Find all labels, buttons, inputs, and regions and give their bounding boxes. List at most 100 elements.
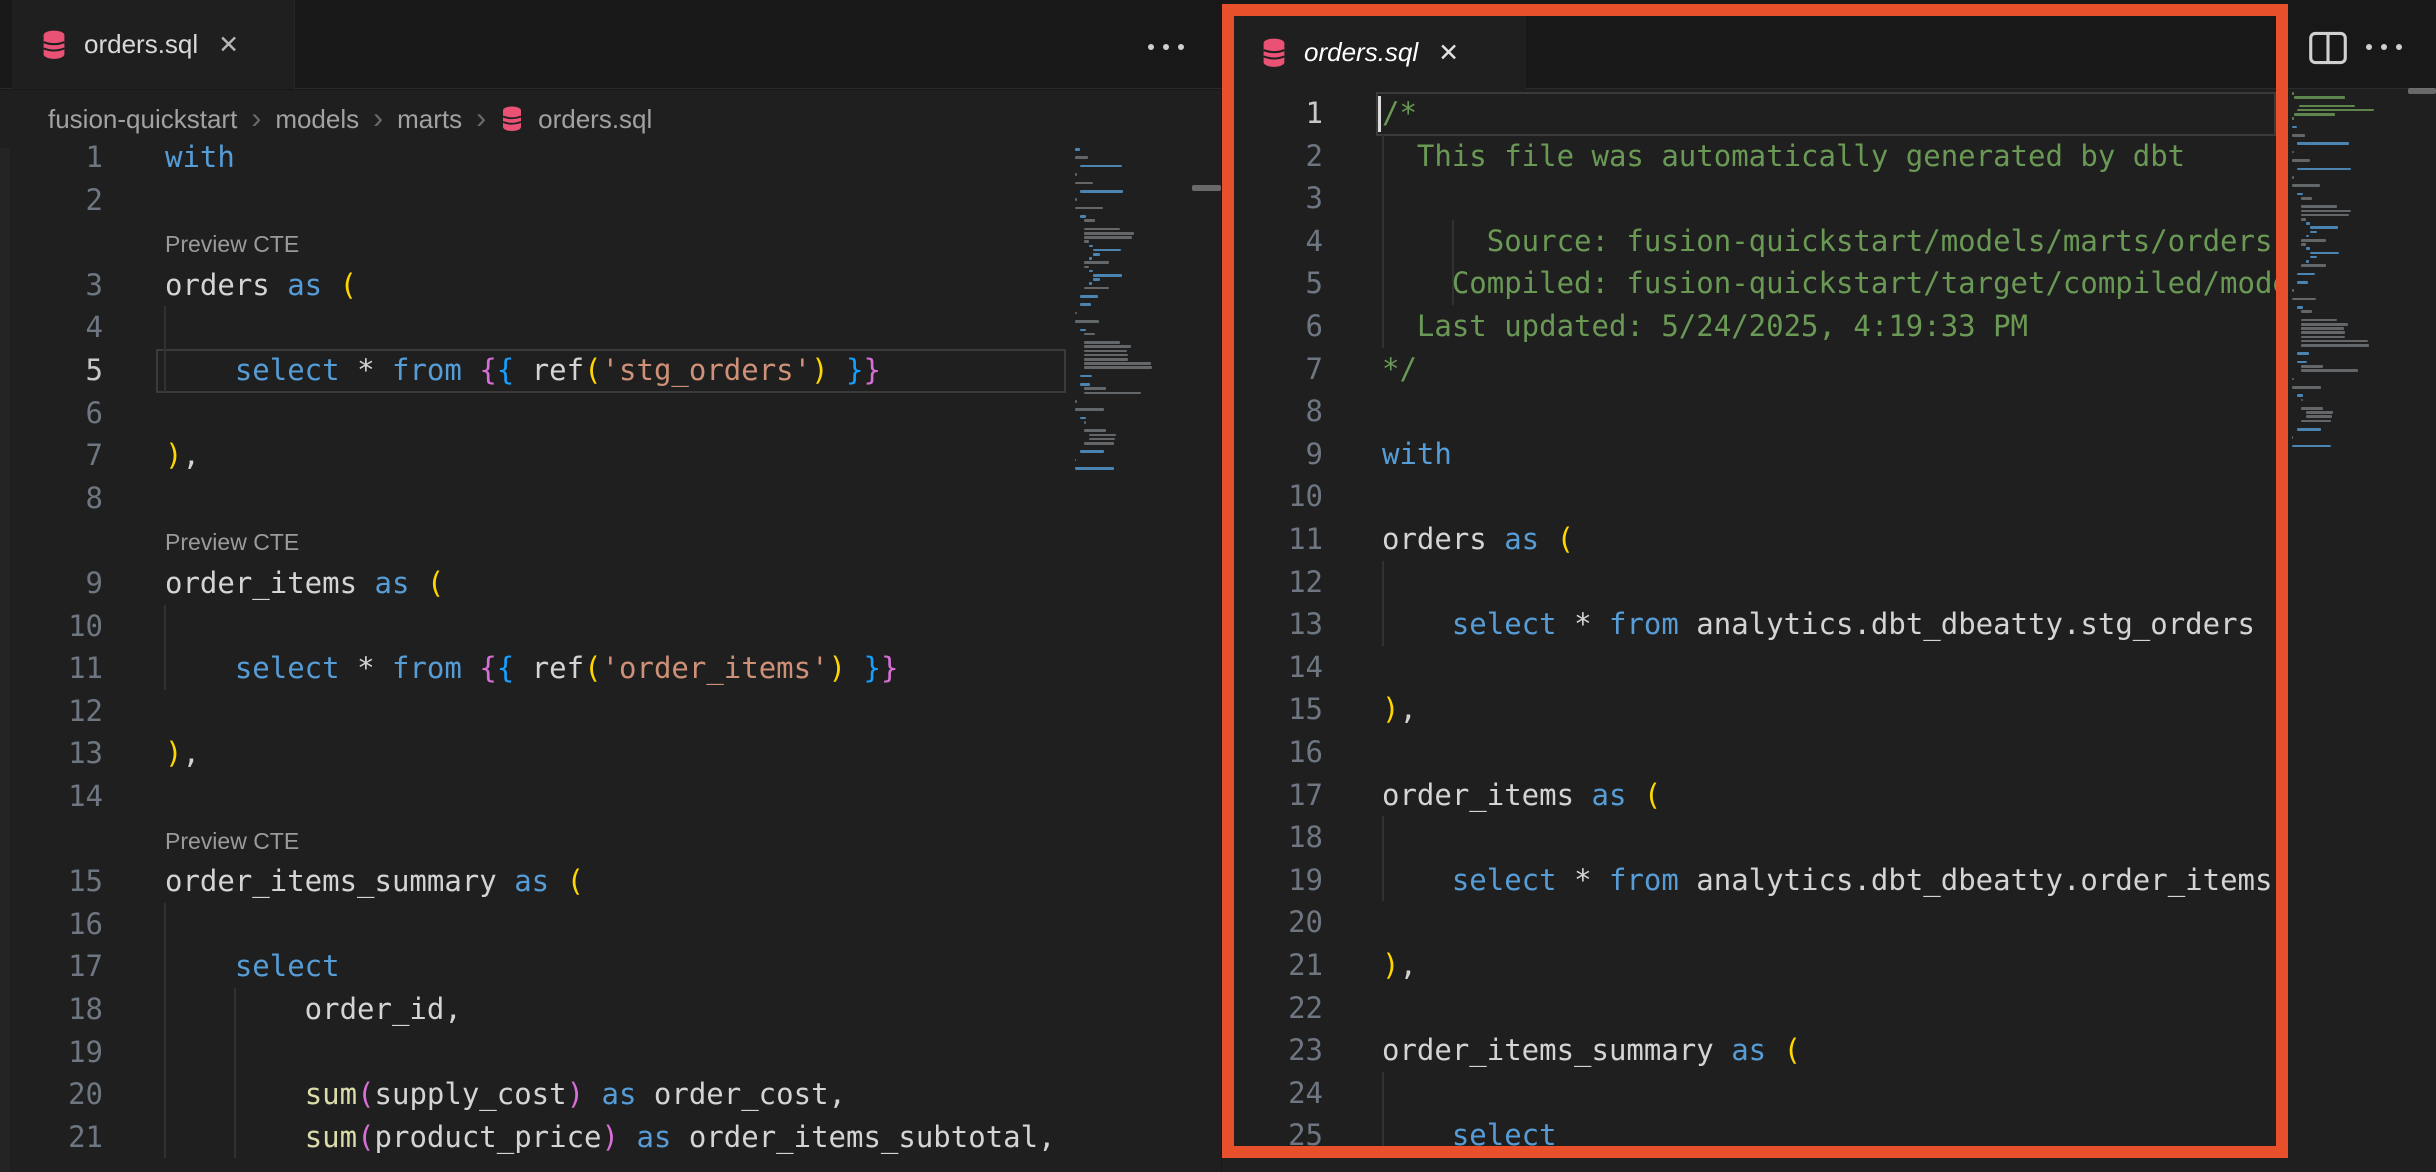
- line-number[interactable]: 16: [40, 903, 103, 946]
- line-number[interactable]: 5: [40, 349, 103, 392]
- scrollbar-thumb[interactable]: [1192, 185, 1221, 191]
- code-line[interactable]: 7),: [0, 434, 1221, 477]
- line-number[interactable]: 3: [1260, 177, 1323, 220]
- line-number[interactable]: 10: [1260, 475, 1323, 518]
- codelens-preview-cte[interactable]: Preview CTE: [165, 221, 299, 267]
- line-number[interactable]: 10: [40, 605, 103, 648]
- line-number[interactable]: 2: [1260, 135, 1323, 178]
- more-actions-icon[interactable]: [2366, 44, 2402, 50]
- code-line[interactable]: 1with: [0, 136, 1221, 179]
- code-line[interactable]: 11 select * from {{ ref('order_items') }…: [0, 647, 1221, 690]
- line-number[interactable]: 1: [1260, 92, 1323, 135]
- code-line[interactable]: 19 select * from analytics.dbt_dbeatty.o…: [1234, 859, 2276, 902]
- line-number[interactable]: 15: [40, 860, 103, 903]
- minimap[interactable]: [1075, 148, 1193, 478]
- line-number[interactable]: 13: [40, 732, 103, 775]
- code-line[interactable]: 15),: [1234, 688, 2276, 731]
- split-editor-icon[interactable]: [2306, 28, 2350, 68]
- code-line[interactable]: 3: [1234, 177, 2276, 220]
- line-number[interactable]: 4: [40, 306, 103, 349]
- line-number[interactable]: 19: [1260, 859, 1323, 902]
- line-number[interactable]: 4: [1260, 220, 1323, 263]
- line-number[interactable]: 23: [1260, 1029, 1323, 1072]
- line-number[interactable]: 8: [40, 477, 103, 520]
- line-number[interactable]: 2: [40, 179, 103, 222]
- code-line[interactable]: 18 order_id,: [0, 988, 1221, 1031]
- line-number[interactable]: 9: [1260, 433, 1323, 476]
- line-number[interactable]: 8: [1260, 390, 1323, 433]
- line-number[interactable]: 6: [40, 392, 103, 435]
- line-number[interactable]: 21: [40, 1116, 103, 1159]
- line-number[interactable]: 14: [1260, 646, 1323, 689]
- line-number[interactable]: 14: [40, 775, 103, 818]
- code-line[interactable]: 15order_items_summary as (: [0, 860, 1221, 903]
- tab-orders-sql-preview[interactable]: orders.sql ✕: [1234, 16, 1526, 89]
- code-line[interactable]: 6: [0, 392, 1221, 435]
- code-line[interactable]: 10: [1234, 475, 2276, 518]
- code-line[interactable]: 13 select * from analytics.dbt_dbeatty.s…: [1234, 603, 2276, 646]
- codelens-preview-cte[interactable]: Preview CTE: [165, 818, 299, 864]
- code-line[interactable]: 16: [0, 903, 1221, 946]
- code-line[interactable]: 13),: [0, 732, 1221, 775]
- line-number[interactable]: 11: [40, 647, 103, 690]
- line-number[interactable]: 16: [1260, 731, 1323, 774]
- codelens-preview-cte[interactable]: Preview CTE: [165, 519, 299, 565]
- code-line[interactable]: 21 sum(product_price) as order_items_sub…: [0, 1116, 1221, 1159]
- line-number[interactable]: 21: [1260, 944, 1323, 987]
- close-icon[interactable]: ✕: [1438, 38, 1459, 67]
- code-line[interactable]: 21),: [1234, 944, 2276, 987]
- line-number[interactable]: 20: [40, 1073, 103, 1116]
- code-line[interactable]: 6 Last updated: 5/24/2025, 4:19:33 PM: [1234, 305, 2276, 348]
- codelens-row[interactable]: Preview CTE: [0, 221, 1221, 264]
- code-line[interactable]: 5 select * from {{ ref('stg_orders') }}: [0, 349, 1221, 392]
- code-line[interactable]: 10: [0, 605, 1221, 648]
- line-number[interactable]: 1: [40, 136, 103, 179]
- line-number[interactable]: 17: [40, 945, 103, 988]
- code-line[interactable]: 1/*: [1234, 92, 2276, 135]
- line-number[interactable]: 11: [1260, 518, 1323, 561]
- minimap[interactable]: [2292, 92, 2410, 458]
- code-line[interactable]: 11orders as (: [1234, 518, 2276, 561]
- code-line[interactable]: 17order_items as (: [1234, 774, 2276, 817]
- line-number[interactable]: 7: [40, 434, 103, 477]
- line-number[interactable]: 13: [1260, 603, 1323, 646]
- code-line[interactable]: 17 select: [0, 945, 1221, 988]
- line-number[interactable]: 25: [1260, 1114, 1323, 1157]
- code-line[interactable]: 20: [1234, 901, 2276, 944]
- code-line[interactable]: 4: [0, 306, 1221, 349]
- code-line[interactable]: 22: [1234, 987, 2276, 1030]
- line-number[interactable]: 9: [40, 562, 103, 605]
- code-line[interactable]: 2 This file was automatically generated …: [1234, 135, 2276, 178]
- code-line[interactable]: 8: [0, 477, 1221, 520]
- code-line[interactable]: 3orders as (: [0, 264, 1221, 307]
- code-line[interactable]: 24: [1234, 1072, 2276, 1115]
- code-line[interactable]: 2: [0, 179, 1221, 222]
- line-number[interactable]: 7: [1260, 348, 1323, 391]
- code-line[interactable]: 12: [0, 690, 1221, 733]
- code-line[interactable]: 16: [1234, 731, 2276, 774]
- scrollbar-thumb[interactable]: [2408, 88, 2436, 94]
- codelens-row[interactable]: Preview CTE: [0, 519, 1221, 562]
- code-line[interactable]: 5 Compiled: fusion-quickstart/target/com…: [1234, 262, 2276, 305]
- left-code-editor[interactable]: 1with2Preview CTE3orders as (45 select *…: [0, 0, 1221, 1172]
- code-line[interactable]: 20 sum(supply_cost) as order_cost,: [0, 1073, 1221, 1116]
- line-number[interactable]: 12: [40, 690, 103, 733]
- code-line[interactable]: 25 select: [1234, 1114, 2276, 1157]
- line-number[interactable]: 20: [1260, 901, 1323, 944]
- code-line[interactable]: 12: [1234, 561, 2276, 604]
- code-line[interactable]: 9order_items as (: [0, 562, 1221, 605]
- code-line[interactable]: 19: [0, 1031, 1221, 1074]
- line-number[interactable]: 12: [1260, 561, 1323, 604]
- code-line[interactable]: 14: [0, 775, 1221, 818]
- code-line[interactable]: 9with: [1234, 433, 2276, 476]
- code-line[interactable]: 23order_items_summary as (: [1234, 1029, 2276, 1072]
- codelens-row[interactable]: Preview CTE: [0, 818, 1221, 861]
- line-number[interactable]: 3: [40, 264, 103, 307]
- line-number[interactable]: 6: [1260, 305, 1323, 348]
- code-line[interactable]: 4 Source: fusion-quickstart/models/marts…: [1234, 220, 2276, 263]
- line-number[interactable]: 19: [40, 1031, 103, 1074]
- line-number[interactable]: 18: [1260, 816, 1323, 859]
- line-number[interactable]: 17: [1260, 774, 1323, 817]
- code-line[interactable]: 18: [1234, 816, 2276, 859]
- line-number[interactable]: 18: [40, 988, 103, 1031]
